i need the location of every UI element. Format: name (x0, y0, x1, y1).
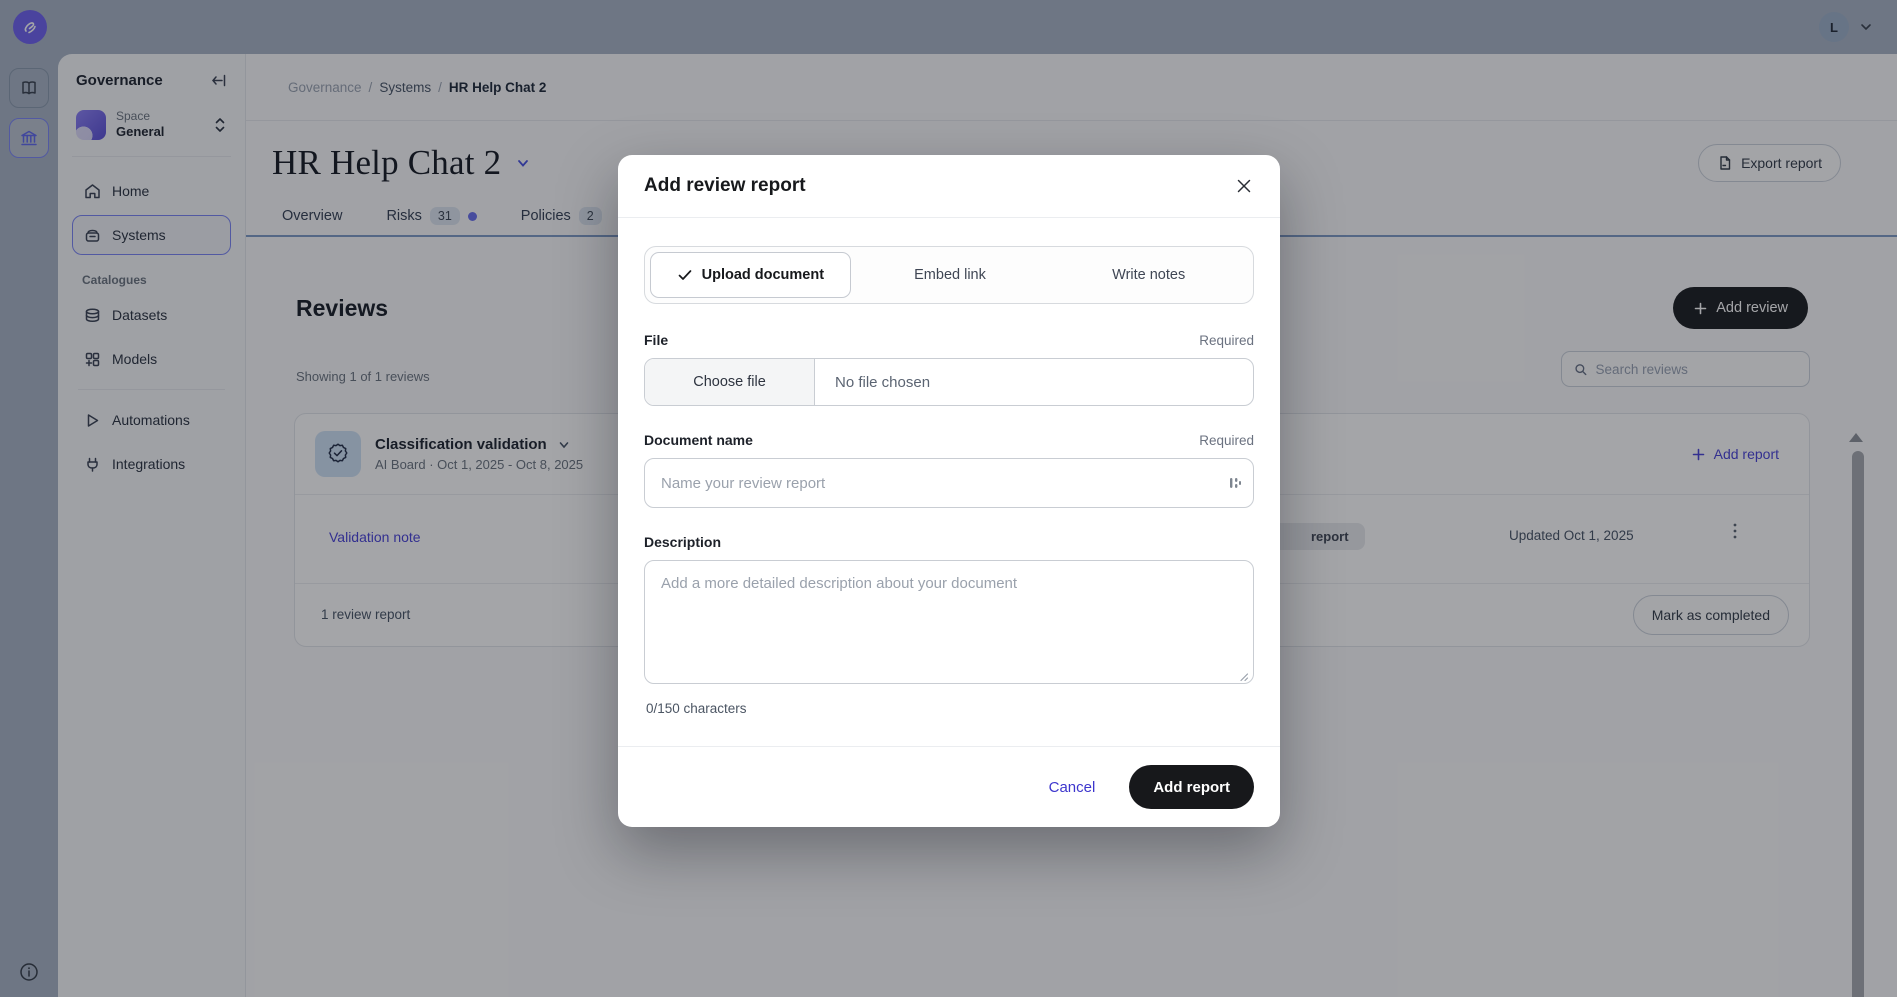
add-report-button-label: Add report (1153, 779, 1230, 796)
choose-file-button[interactable]: Choose file (645, 359, 815, 405)
document-name-input[interactable] (644, 458, 1254, 508)
tab-label: Upload document (702, 267, 824, 283)
tab-label: Embed link (914, 267, 986, 283)
check-icon (677, 267, 693, 283)
document-name-label: Document name (644, 432, 753, 448)
report-type-tabs: Upload document Embed link Write notes (644, 246, 1254, 304)
cancel-button[interactable]: Cancel (1049, 779, 1096, 796)
file-field-label: File (644, 332, 668, 348)
modal-title: Add review report (644, 175, 806, 197)
tab-label: Write notes (1112, 267, 1185, 283)
choose-file-label: Choose file (693, 374, 766, 390)
description-label: Description (644, 534, 721, 550)
name-required-hint: Required (1199, 433, 1254, 448)
add-report-button[interactable]: Add report (1129, 765, 1254, 809)
description-textarea[interactable] (644, 560, 1254, 684)
tab-write-notes[interactable]: Write notes (1049, 252, 1248, 298)
file-upload-control: Choose file No file chosen (644, 358, 1254, 406)
file-required-hint: Required (1199, 333, 1254, 348)
tab-upload-document[interactable]: Upload document (650, 252, 851, 298)
file-status-text: No file chosen (815, 359, 930, 405)
autofill-extension-icon[interactable] (1228, 475, 1242, 491)
app-window: L Governance Space General (0, 0, 1897, 997)
add-review-report-modal: Add review report Upload document Embed … (618, 155, 1280, 827)
character-counter: 0/150 characters (646, 701, 1254, 716)
close-icon[interactable] (1234, 176, 1254, 196)
tab-embed-link[interactable]: Embed link (851, 252, 1050, 298)
